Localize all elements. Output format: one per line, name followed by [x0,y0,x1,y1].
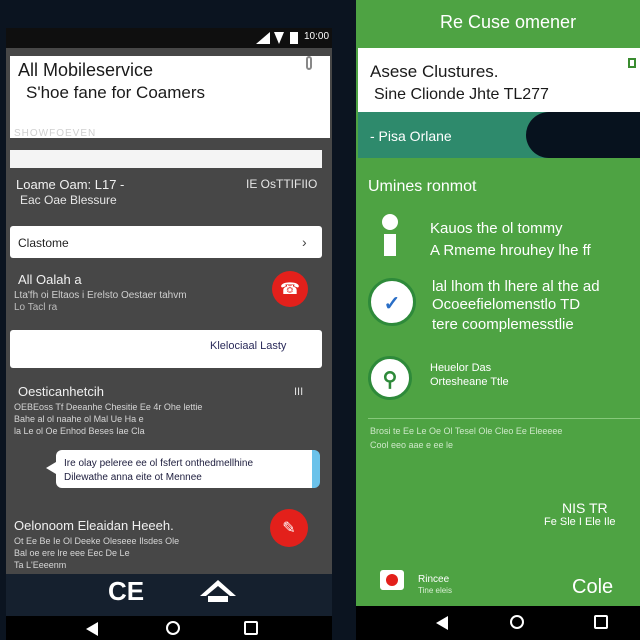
bubble-tail [46,462,56,474]
pin-icon[interactable]: ⚲ [368,356,412,400]
feature-text: lal lhom th lhere al the ad [432,278,600,295]
back-icon[interactable] [436,616,448,630]
bookmark-icon[interactable] [628,58,636,68]
app-logo[interactable]: CE [108,576,144,607]
home-button-icon[interactable] [166,621,180,635]
info-text: A Rmeme hrouhey lhe ff [430,242,591,259]
feature-text: Ortesheane Ttle [430,376,509,388]
section-title: Umines ronmot [368,178,477,195]
right-app-title: Re Cuse omener [440,12,577,32]
section-label: SHOWFOEVEN [14,128,97,139]
left-page-subtitle: S'hoe fane for Coamers [26,83,206,102]
list-item-title[interactable]: Oelonoom Eleaidan Heeeh. [14,518,174,533]
divider [368,418,640,419]
list-item-detail: Bal oe ere lre eee Eec De Le [14,548,130,558]
row-meta-text: IE OsTTIFIIO [246,177,318,191]
recent-icon[interactable] [244,621,258,635]
mic-icon: ✎ [282,520,296,537]
fine-print: Cool eeo aae e ee le [370,440,454,450]
list-item-detail: OEBEoss Tf Deeanhe Chesitie Ee 4r Ohe le… [14,402,203,412]
wifi-icon [274,32,284,44]
feature-text: Ocoeefielomenstlo TD [432,296,581,313]
category-select-label: Clastome [18,236,69,250]
list-item-title[interactable]: Oesticanhetcih [18,384,104,399]
info-icon [380,214,400,256]
list-item-count: III [294,386,304,398]
footer-subtitle: Fe Sle I Ele Ile [544,516,616,528]
app-icon[interactable] [380,570,404,590]
left-status-bar: 10:00 [6,28,332,48]
signal-icon [256,32,270,44]
app-label: Rincee [418,574,450,585]
list-item-title[interactable]: All Oalah a [18,272,82,287]
info-text: Kauos the ol tommy [430,220,563,237]
record-button[interactable]: ✎ [270,509,308,547]
tab-active[interactable]: - Pisa Orlane [370,128,452,144]
recent-icon[interactable] [594,615,608,629]
footer-title: NIS TR [562,500,608,516]
list-item-detail: Lo Tacl ra [14,302,58,313]
action-button[interactable]: Cole [572,576,613,599]
right-page-subtitle: Sine Clionde Jhte TL277 [374,86,549,103]
app-sublabel: Tine eleis [418,586,452,595]
back-icon[interactable] [86,622,98,636]
list-item-detail: Bahe al ol naahe ol Mal Ue Ha e [14,414,144,424]
status-clock: 10:00 [304,31,330,42]
check-icon[interactable]: ✓ [368,278,416,326]
right-tab-indicator [526,112,640,158]
home-icon[interactable] [198,578,238,604]
edit-icon[interactable] [306,56,312,70]
home-button-icon[interactable] [510,615,524,629]
feature-text: tere coomplemesstlie [432,316,574,333]
call-button[interactable]: ☎ [272,271,308,307]
message-text: Ire olay peleree ee ol fsfert onthedmell… [64,458,254,469]
feature-text: Heuelor Das [430,362,492,374]
fine-print: Brosi te Ee Le Oe Ol Tesel Ole Cleo Ee E… [370,426,563,436]
row-secondary-text: Eac Oae Blessure [20,193,117,207]
list-item-detail: Ta L'Eeeenm [14,560,67,570]
right-page-title: Asese Clustures. [370,62,499,81]
list-item-detail: Ot Ee Be Ie Ol Deeke Oleseee Ilsdes Ole [14,536,180,546]
action-card-label: Klelociaal Lasty [210,340,287,352]
message-text: Dilewathe anna eite ot Mennee [64,472,202,483]
left-bottom-bar [6,574,332,616]
row-primary-text: Loame Oam: L17 - [16,177,125,192]
list-item-detail: Lta'fh oi Eltaos i Erelsto Oestaer tahvm [14,290,187,301]
phone-icon: ☎ [280,281,300,298]
search-input[interactable] [10,150,322,168]
left-page-title: All Mobileservice [18,60,154,80]
battery-icon [290,32,298,44]
chevron-right-icon: › [302,234,307,250]
list-item-detail: la Le ol Oe Enhod Beses Iae Cla [14,426,145,436]
